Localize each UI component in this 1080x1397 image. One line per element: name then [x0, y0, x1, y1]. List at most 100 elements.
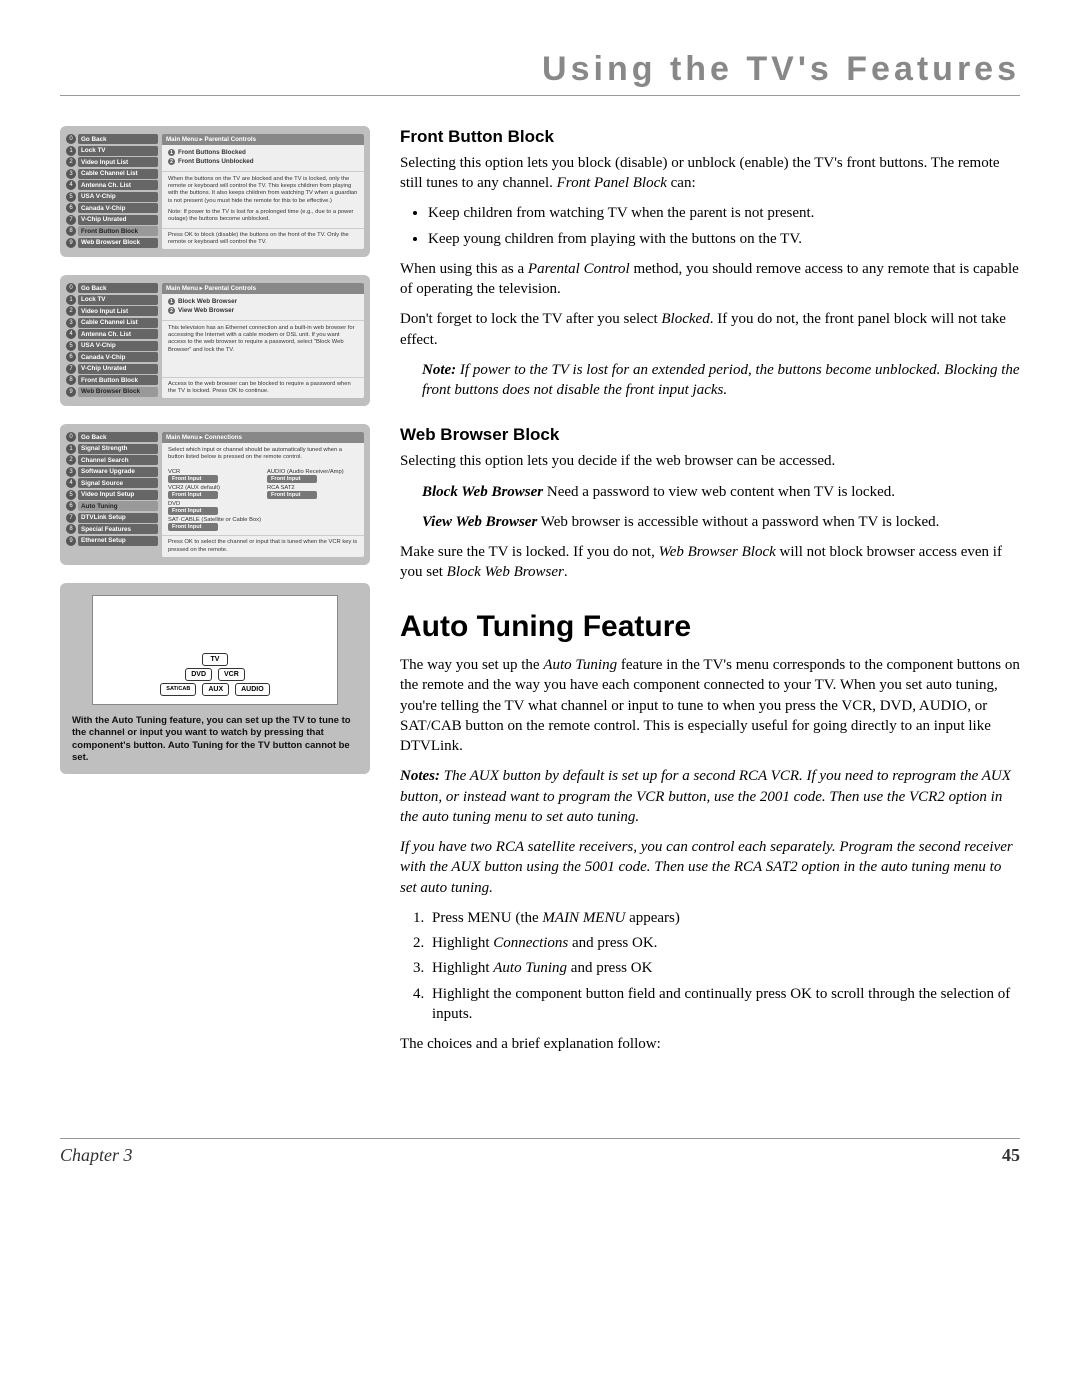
tv-menu-label: Front Button Block	[78, 226, 158, 236]
tv-menu-number: 7	[66, 513, 76, 523]
remote-btn-satcab: SAT/CAB	[160, 683, 196, 696]
tv-menu-number: 7	[66, 215, 76, 225]
tv-description: This television has an Ethernet connecti…	[162, 320, 364, 358]
term: Auto Tuning	[543, 657, 617, 673]
tv-option-label: Front Buttons Blocked	[178, 149, 246, 156]
tv-menu-label: V-Chip Unrated	[78, 364, 158, 374]
tv-panel: Main Menu ▸ Connections Select which inp…	[162, 432, 364, 557]
tv-menu-label: Go Back	[78, 283, 158, 293]
tv-menu-label: Lock TV	[78, 295, 158, 305]
tv-menu-number: 9	[66, 387, 76, 397]
list-item: Highlight Auto Tuning and press OK	[428, 958, 1020, 978]
paragraph: The way you set up the Auto Tuning featu…	[400, 655, 1020, 756]
term: MAIN MENU	[542, 910, 625, 926]
list-item: Keep young children from playing with th…	[428, 229, 1020, 249]
text: Need a password to view web content when…	[543, 484, 895, 500]
chapter-label: Chapter 3	[60, 1145, 133, 1166]
conn-cell: AUDIO (Audio Receiver/Amp)Front Input	[267, 469, 358, 483]
note-paragraph: Notes: The AUX button by default is set …	[400, 766, 1020, 827]
remote-row: TV	[202, 653, 228, 666]
tv-menu-number: 9	[66, 238, 76, 248]
tv-menu-label: Web Browser Block	[78, 387, 158, 397]
tv-menu-number: 7	[66, 364, 76, 374]
tv-menu-item: 6Canada V-Chip	[66, 203, 158, 213]
tv-option-label: View Web Browser	[178, 307, 234, 314]
term: Front Panel Block	[557, 175, 667, 191]
tv-menu-number: 4	[66, 478, 76, 488]
tv-menu-item: 7V-Chip Unrated	[66, 364, 158, 374]
left-column: 0Go Back1Lock TV2Video Input List3Cable …	[60, 126, 370, 1078]
tv-menu-item: 8Front Button Block	[66, 375, 158, 385]
tv-menu-item: 2Video Input List	[66, 306, 158, 316]
remote-btn-audio: AUDIO	[235, 683, 270, 696]
tv-help-text: Press OK to block (disable) the buttons …	[162, 228, 364, 249]
tv-screenshot-web-browser-block: 0Go Back1Lock TV2Video Input List3Cable …	[60, 275, 370, 406]
section-heading-large: Auto Tuning Feature	[400, 607, 1020, 648]
tv-option-number: 1	[168, 298, 175, 305]
tv-menu-number: 0	[66, 432, 76, 442]
bullet-list: Keep children from watching TV when the …	[428, 203, 1020, 249]
tv-menu-item: 3Cable Channel List	[66, 318, 158, 328]
text: Web browser is accessible without a pass…	[537, 514, 939, 530]
remote-illustration-block: TV DVD VCR SAT/CAB AUX AUDIO With the Au…	[60, 583, 370, 774]
tv-menu-item: 4Signal Source	[66, 478, 158, 488]
conn-cell: VCRFront Input	[168, 469, 259, 483]
tv-menu-item: 5USA V-Chip	[66, 341, 158, 351]
text: Selecting this option lets you block (di…	[400, 155, 1000, 191]
tv-menu-number: 6	[66, 501, 76, 511]
tv-menu-item: 1Signal Strength	[66, 444, 158, 454]
tv-menu-item: 3Cable Channel List	[66, 169, 158, 179]
conn-field: Front Input	[168, 507, 218, 515]
tv-menu-list: 0Go Back1Lock TV2Video Input List 3Cable …	[66, 283, 158, 398]
remote-btn-vcr: VCR	[218, 668, 245, 681]
tv-menu-number: 6	[66, 203, 76, 213]
tv-breadcrumb: Main Menu ▸ Parental Controls	[162, 134, 364, 145]
tv-menu-number: 3	[66, 467, 76, 477]
remote-btn-dvd: DVD	[185, 668, 212, 681]
tv-menu-number: 1	[66, 295, 76, 305]
tv-menu-label: V-Chip Unrated	[78, 215, 158, 225]
numbered-list: Press MENU (the MAIN MENU appears) Highl…	[428, 908, 1020, 1024]
conn-cell: DVDFront Input	[168, 501, 259, 515]
remote-row: DVD VCR	[185, 668, 245, 681]
tv-option: 2View Web Browser	[168, 307, 358, 314]
remote-btn-tv: TV	[202, 653, 228, 666]
conn-field: Front Input	[267, 491, 317, 499]
term: Block Web Browser	[422, 484, 543, 500]
conn-field: Front Input	[267, 475, 317, 483]
conn-field: Front Input	[168, 475, 218, 483]
tv-menu-item: 5USA V-Chip	[66, 192, 158, 202]
section-heading: Web Browser Block	[400, 424, 1020, 447]
tv-menu-number: 0	[66, 283, 76, 293]
conn-cell: SAT·CABLE (Satellite or Cable Box)Front …	[168, 517, 358, 531]
tv-menu-label: Auto Tuning	[78, 501, 158, 511]
paragraph: Make sure the TV is locked. If you do no…	[400, 542, 1020, 583]
tv-menu-label: Go Back	[78, 134, 158, 144]
note-paragraph: Note: If power to the TV is lost for an …	[400, 360, 1020, 401]
tv-option: 2Front Buttons Unblocked	[168, 158, 358, 165]
tv-desc-text: When the buttons on the TV are blocked a…	[168, 176, 358, 205]
tv-menu-item: 8Special Features	[66, 524, 158, 534]
tv-menu-label: Cable Channel List	[78, 318, 158, 328]
conn-field: Front Input	[168, 491, 218, 499]
term: Parental Control	[528, 261, 630, 277]
term: Web Browser Block	[659, 544, 776, 560]
tv-menu-label: Signal Source	[78, 478, 158, 488]
tv-panel: Main Menu ▸ Parental Controls 1Front But…	[162, 134, 364, 249]
page-footer: Chapter 3 45	[60, 1138, 1020, 1166]
tv-screenshot-front-button-block: 0Go Back1Lock TV2Video Input List3Cable …	[60, 126, 370, 257]
tv-menu-number: 2	[66, 306, 76, 316]
text: appears)	[625, 910, 680, 926]
tv-menu-label: Video Input List	[78, 306, 158, 316]
tv-menu-item: 5Video Input Setup	[66, 490, 158, 500]
note-text: If power to the TV is lost for an extend…	[422, 362, 1020, 398]
tv-menu-item: 8Front Button Block	[66, 226, 158, 236]
paragraph: Selecting this option lets you block (di…	[400, 153, 1020, 194]
tv-menu-number: 4	[66, 329, 76, 339]
tv-menu-number: 0	[66, 134, 76, 144]
tv-menu-item: 3Software Upgrade	[66, 467, 158, 477]
remote-row: SAT/CAB AUX AUDIO	[160, 683, 269, 696]
tv-menu-label: Channel Search	[78, 455, 158, 465]
tv-intro: Select which input or channel should be …	[162, 443, 364, 465]
conn-field: Front Input	[168, 523, 218, 531]
